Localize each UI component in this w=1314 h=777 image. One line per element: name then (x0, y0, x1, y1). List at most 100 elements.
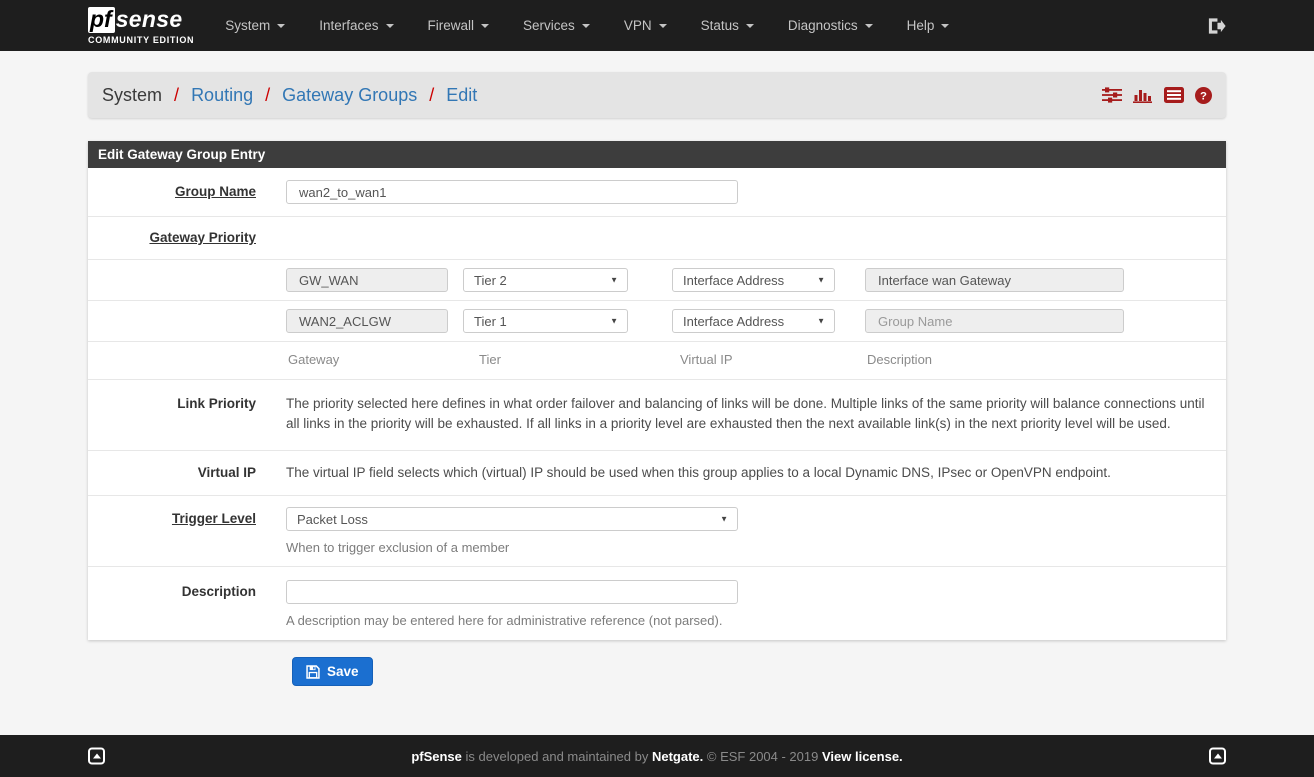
column-header-tier: Tier (463, 352, 628, 367)
group-name-label: Group Name (175, 184, 256, 199)
save-button[interactable]: Save (292, 657, 373, 686)
nav-item-label: Status (701, 18, 739, 33)
description-input[interactable] (286, 580, 738, 604)
breadcrumb-separator: / (429, 85, 434, 105)
gateway-row: Tier 2 Interface Address (88, 260, 1226, 301)
virtual-ip-select-wrap: Interface Address (672, 268, 835, 292)
nav-item-firewall[interactable]: Firewall (411, 0, 507, 51)
scroll-top-icon[interactable] (88, 748, 105, 765)
nav-item-label: Help (907, 18, 935, 33)
breadcrumb-link-gateway-groups[interactable]: Gateway Groups (282, 85, 417, 105)
breadcrumb-separator: / (174, 85, 179, 105)
footer-view-license-link[interactable]: View license. (822, 749, 903, 764)
gateway-priority-label: Gateway Priority (149, 230, 256, 245)
gateway-description-input (865, 309, 1124, 333)
save-button-label: Save (327, 664, 359, 679)
column-header-description: Description (865, 352, 1124, 367)
trigger-level-select[interactable]: Packet Loss (286, 507, 738, 531)
breadcrumb-link-routing[interactable]: Routing (191, 85, 253, 105)
gateway-column-headers: Gateway Tier Virtual IP Description (88, 342, 1226, 380)
form-row-trigger-level: Trigger Level Packet Loss When to trigge… (88, 496, 1226, 567)
nav-item-services[interactable]: Services (506, 0, 607, 51)
breadcrumb-separator: / (265, 85, 270, 105)
chevron-down-icon (277, 24, 285, 28)
tier-select[interactable]: Tier 2 (463, 268, 628, 292)
main-menu: System Interfaces Firewall Services VPN … (208, 0, 966, 51)
description-label: Description (182, 584, 256, 599)
nav-item-label: Firewall (428, 18, 475, 33)
chart-bar-icon[interactable] (1133, 87, 1153, 103)
edit-gateway-group-panel: Edit Gateway Group Entry Group Name Gate… (88, 141, 1226, 640)
gateway-name-input (286, 309, 448, 333)
tier-select[interactable]: Tier 1 (463, 309, 628, 333)
scroll-top-icon[interactable] (1209, 748, 1226, 765)
trigger-level-label: Trigger Level (172, 511, 256, 526)
up-arrow-icon (93, 754, 101, 759)
form-row-gateway-priority: Gateway Priority (88, 217, 1226, 260)
help-icon[interactable]: ? (1195, 87, 1212, 104)
group-name-input[interactable] (286, 180, 738, 204)
chevron-down-icon (481, 24, 489, 28)
nav-item-label: System (225, 18, 270, 33)
virtual-ip-select[interactable]: Interface Address (672, 268, 835, 292)
nav-item-interfaces[interactable]: Interfaces (302, 0, 410, 51)
footer-maintained-text: is developed and maintained by (462, 749, 652, 764)
sign-out-icon (1207, 17, 1226, 35)
nav-item-vpn[interactable]: VPN (607, 0, 684, 51)
column-header-gateway: Gateway (286, 352, 448, 367)
form-row-virtual-ip: Virtual IP The virtual IP field selects … (88, 451, 1226, 496)
nav-item-diagnostics[interactable]: Diagnostics (771, 0, 890, 51)
nav-item-label: Services (523, 18, 575, 33)
gateway-name-input (286, 268, 448, 292)
form-row-link-priority: Link Priority The priority selected here… (88, 380, 1226, 451)
trigger-level-help: When to trigger exclusion of a member (286, 540, 1211, 556)
save-icon (306, 665, 320, 679)
pfsense-logo-text: pfsense (88, 6, 182, 33)
form-row-description: Description A description may be entered… (88, 567, 1226, 640)
column-header-virtual-ip: Virtual IP (672, 352, 835, 367)
chevron-down-icon (746, 24, 754, 28)
chevron-down-icon (865, 24, 873, 28)
tier-select-wrap: Tier 2 (463, 268, 628, 292)
chevron-down-icon (941, 24, 949, 28)
virtual-ip-label: Virtual IP (198, 465, 256, 480)
logo-pf-badge: pf (88, 7, 115, 33)
footer-netgate: Netgate. (652, 749, 703, 764)
chevron-down-icon (582, 24, 590, 28)
panel-title: Edit Gateway Group Entry (88, 141, 1226, 168)
breadcrumb: System / Routing / Gateway Groups / Edit (88, 72, 1226, 118)
footer-text: pfSense is developed and maintained by N… (411, 749, 902, 764)
footer-copyright: © ESF 2004 - 2019 (703, 749, 822, 764)
nav-item-label: VPN (624, 18, 652, 33)
nav-item-help[interactable]: Help (890, 0, 967, 51)
virtual-ip-text: The virtual IP field selects which (virt… (286, 463, 1211, 483)
description-help: A description may be entered here for ad… (286, 613, 1211, 629)
trigger-level-select-wrap: Packet Loss (286, 507, 738, 531)
footer-pfsense: pfSense (411, 749, 462, 764)
chevron-down-icon (386, 24, 394, 28)
svg-text:?: ? (1200, 90, 1207, 102)
logo-sense-text: sense (116, 6, 183, 33)
up-arrow-icon (1214, 754, 1222, 759)
top-navbar: pfsense COMMUNITY EDITION System Interfa… (0, 0, 1314, 51)
footer: pfSense is developed and maintained by N… (0, 735, 1314, 777)
chevron-down-icon (659, 24, 667, 28)
sliders-icon[interactable] (1102, 87, 1122, 103)
link-priority-text: The priority selected here defines in wh… (286, 394, 1211, 434)
nav-item-system[interactable]: System (208, 0, 302, 51)
gateway-description-input (865, 268, 1124, 292)
nav-item-status[interactable]: Status (684, 0, 771, 51)
pfsense-logo[interactable]: pfsense COMMUNITY EDITION (88, 6, 194, 45)
tier-select-wrap: Tier 1 (463, 309, 628, 333)
virtual-ip-select-wrap: Interface Address (672, 309, 835, 333)
log-icon[interactable] (1164, 87, 1184, 103)
breadcrumb-current: System (102, 85, 162, 105)
logo-edition-text: COMMUNITY EDITION (88, 35, 194, 45)
form-row-group-name: Group Name (88, 168, 1226, 217)
logout-icon[interactable] (1207, 17, 1226, 35)
virtual-ip-select[interactable]: Interface Address (672, 309, 835, 333)
nav-item-label: Interfaces (319, 18, 378, 33)
link-priority-label: Link Priority (177, 396, 256, 411)
breadcrumb-link-edit[interactable]: Edit (446, 85, 477, 105)
nav-item-label: Diagnostics (788, 18, 858, 33)
